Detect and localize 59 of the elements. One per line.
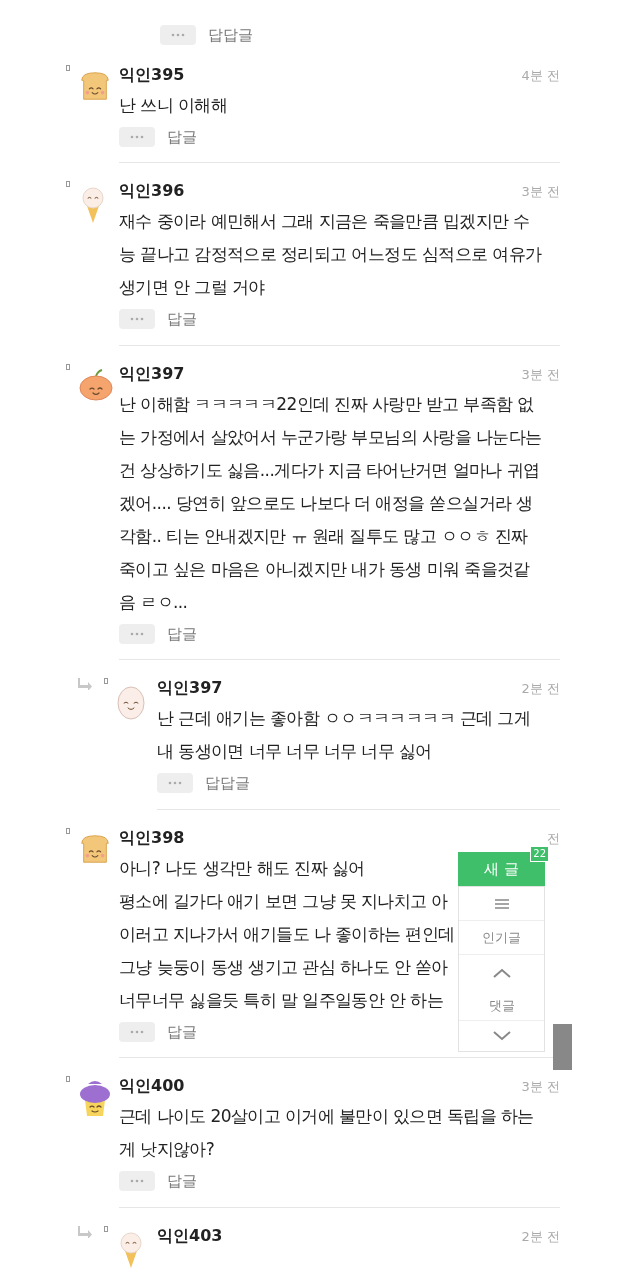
time-label: 2분 전 xyxy=(521,680,560,698)
small-mark-icon xyxy=(66,1076,70,1082)
cupcake-avatar-icon xyxy=(78,1080,112,1118)
reply-arrow-icon xyxy=(78,678,92,690)
more-button[interactable] xyxy=(119,126,155,147)
time-label: 전 xyxy=(547,829,560,848)
time-label: 3분 전 xyxy=(521,1078,560,1096)
more-button[interactable] xyxy=(119,1021,155,1042)
time-label: 3분 전 xyxy=(521,365,560,384)
small-mark-icon xyxy=(66,64,70,71)
more-icon xyxy=(171,33,185,38)
time-label: 4분 전 xyxy=(521,66,560,85)
reply-link[interactable]: 답답글 xyxy=(205,772,250,795)
more-button[interactable] xyxy=(119,309,155,330)
small-mark-icon xyxy=(104,1225,108,1232)
small-mark-icon xyxy=(104,678,108,684)
pumpkin-avatar-icon xyxy=(78,367,114,402)
reply-link[interactable]: 답글 xyxy=(167,622,197,645)
more-icon xyxy=(130,1179,144,1184)
author-name: 익인397 xyxy=(157,677,223,699)
comment-text: 난 이해함 ㅋㅋㅋㅋㅋ22인데 진짜 사랑만 받고 부족함 없 는 가정에서 살았어서 누군가랑 부모님의 사랑을 나눈다는 건 상상하기도 싫음...게다가 지금 타어난거면 얼마나 귀엽 겠어.... 당연히 앞으로도 나보다 더 애정을 쏟으실거라 생 각함.. 티는 안내겠지만 ㅠ 원래 질투도 많고 ㅇㅇㅎ 진짜 죽이고 싶은 마음은 아니겠지만 내가 동생 미워 죽을것같 음 ㄹㅇ... xyxy=(119,392,542,614)
scrollbar-thumb[interactable] xyxy=(553,1024,572,1070)
reply-link[interactable]: 답글 xyxy=(167,1020,197,1043)
more-icon xyxy=(130,631,144,636)
count-badge: 22 xyxy=(530,846,549,862)
author-name: 익인398 xyxy=(119,826,185,849)
author-name: 익인400 xyxy=(119,1075,185,1097)
time-label: 2분 전 xyxy=(521,1227,560,1246)
author-name: 익인403 xyxy=(157,1224,223,1247)
small-mark-icon xyxy=(66,363,70,370)
more-button[interactable] xyxy=(160,25,196,46)
author-name: 익인397 xyxy=(119,362,185,385)
more-icon xyxy=(130,317,144,322)
more-icon xyxy=(130,1029,144,1034)
comment-text: 재수 중이라 예민해서 그래 지금은 죽을만큼 밉겠지만 수 능 끝나고 감정적으로 정리되고 어느정도 심적으로 여유가 생기면 안 그럴 거야 xyxy=(119,210,542,299)
reply-link[interactable]: 답글 xyxy=(167,1170,197,1193)
small-mark-icon xyxy=(66,827,70,834)
comment-text: 난 쓰니 이해해 xyxy=(119,93,227,117)
chevron-up-icon xyxy=(492,968,511,978)
reply-link[interactable]: 답글 xyxy=(167,308,197,331)
author-name: 익인395 xyxy=(119,63,185,86)
comment-text: 난 근데 애기는 좋아함 ㅇㅇㅋㅋㅋㅋㅋㅋ 근데 그게 내 동생이면 너무 너무 너무 너무 싫어 xyxy=(157,707,531,763)
menu-icon xyxy=(494,898,509,909)
reply-link[interactable]: 답글 xyxy=(167,125,197,148)
reply-arrow-icon xyxy=(78,1225,92,1238)
author-name: 익인396 xyxy=(119,180,185,202)
chevron-down-icon xyxy=(492,1031,511,1041)
more-button[interactable] xyxy=(119,623,155,644)
more-icon xyxy=(130,134,144,139)
comments-button[interactable]: 댓글 xyxy=(459,991,544,1021)
popular-posts-button[interactable]: 인기글 xyxy=(459,921,544,955)
comment-text: 아니? 나도 생각만 해도 진짜 싫어 평소에 길가다 애기 보면 그냥 못 지나치고 아 이러고 지나가서 애기들도 나 좋이하는 편인데 그냥 늦둥이 동생 생기고 관심 하나도 안 쏟아 너무너무 싫을듯 특히 말 일주일동안 안 하는 xyxy=(119,856,455,1012)
more-icon xyxy=(168,781,182,786)
more-button[interactable] xyxy=(157,773,193,794)
time-label: 3분 전 xyxy=(521,183,560,201)
more-button[interactable] xyxy=(119,1171,155,1192)
small-mark-icon xyxy=(66,181,70,187)
comment-text: 근데 나이도 20살이고 이거에 불만이 있으면 독립을 하는 게 낫지않아? xyxy=(119,1105,534,1161)
reply-link[interactable]: 답답글 xyxy=(208,24,253,47)
